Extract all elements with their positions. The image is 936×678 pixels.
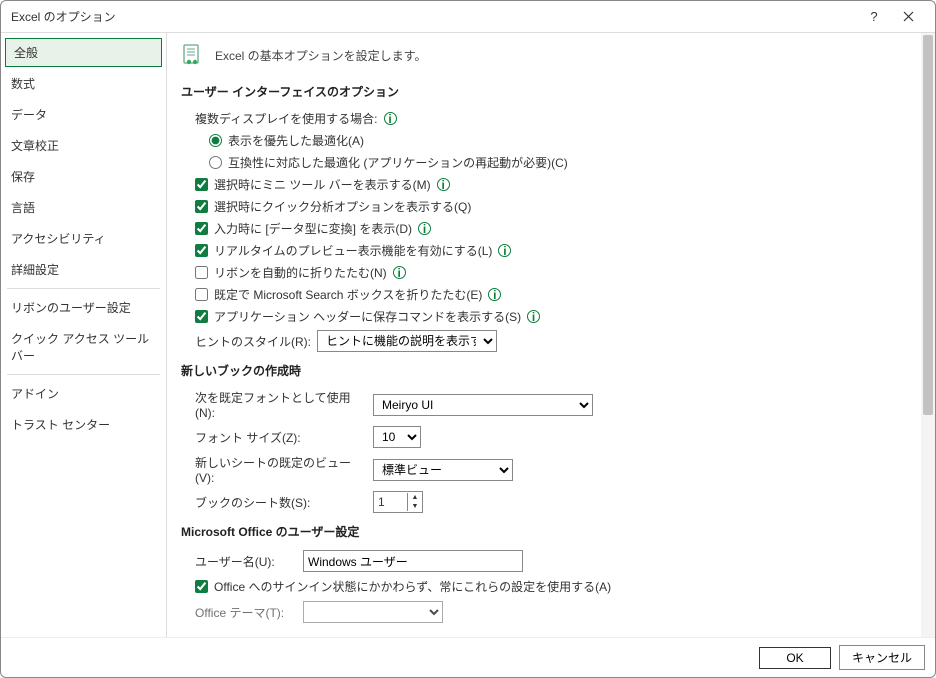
titlebar: Excel のオプション ? xyxy=(1,1,935,33)
sidebar-item-formulas[interactable]: 数式 xyxy=(1,68,166,99)
sidebar-divider xyxy=(7,374,160,375)
checkbox-mini-toolbar-label: 選択時にミニ ツール バーを表示する(M) xyxy=(214,176,431,193)
content-pane: Excel の基本オプションを設定します。 ユーザー インターフェイスのオプショ… xyxy=(167,33,921,637)
window-title: Excel のオプション xyxy=(11,8,857,25)
default-font-label: 次を既定フォントとして使用(N): xyxy=(195,389,365,420)
section-newbook-heading: 新しいブックの作成時 xyxy=(181,362,907,379)
default-view-label: 新しいシートの既定のビュー(V): xyxy=(195,454,365,485)
checkbox-convert-datatype[interactable] xyxy=(195,222,208,235)
info-icon[interactable]: i xyxy=(437,178,450,191)
screentip-style-select[interactable]: ヒントに機能の説明を表示する xyxy=(317,330,497,352)
info-icon[interactable]: i xyxy=(418,222,431,235)
info-icon[interactable]: i xyxy=(527,310,540,323)
sidebar-item-language[interactable]: 言語 xyxy=(1,192,166,223)
cancel-button[interactable]: キャンセル xyxy=(839,645,925,670)
office-theme-label: Office テーマ(T): xyxy=(195,604,295,621)
sidebar-item-customize-ribbon[interactable]: リボンのユーザー設定 xyxy=(1,292,166,323)
chevron-up-icon[interactable]: ▲ xyxy=(408,493,422,502)
footer: OK キャンセル xyxy=(1,637,935,677)
checkbox-header-save[interactable] xyxy=(195,310,208,323)
font-size-select[interactable]: 10 xyxy=(373,426,421,448)
font-size-label: フォント サイズ(Z): xyxy=(195,429,365,446)
settings-icon xyxy=(181,43,205,67)
help-button[interactable]: ? xyxy=(857,1,891,32)
checkbox-live-preview[interactable] xyxy=(195,244,208,257)
info-icon[interactable]: i xyxy=(488,288,501,301)
checkbox-collapse-search-label: 既定で Microsoft Search ボックスを折りたたむ(E) xyxy=(214,286,482,303)
username-label: ユーザー名(U): xyxy=(195,553,295,570)
sidebar-item-advanced[interactable]: 詳細設定 xyxy=(1,254,166,285)
username-input[interactable] xyxy=(303,550,523,572)
sheets-count-stepper[interactable]: 1 ▲▼ xyxy=(373,491,423,513)
checkbox-convert-datatype-label: 入力時に [データ型に変換] を表示(D) xyxy=(214,220,412,237)
sidebar-item-general[interactable]: 全般 xyxy=(5,38,162,67)
close-icon xyxy=(903,11,914,22)
close-button[interactable] xyxy=(891,1,925,32)
sidebar-divider xyxy=(7,288,160,289)
sheets-count-value: 1 xyxy=(378,495,385,509)
checkbox-always-use-settings-label: Office へのサインイン状態にかかわらず、常にこれらの設定を使用する(A) xyxy=(214,578,611,595)
radio-optimize-compat[interactable] xyxy=(209,156,222,169)
banner-text: Excel の基本オプションを設定します。 xyxy=(215,47,426,64)
checkbox-always-use-settings[interactable] xyxy=(195,580,208,593)
info-icon[interactable]: i xyxy=(498,244,511,257)
checkbox-collapse-ribbon-label: リボンを自動的に折りたたむ(N) xyxy=(214,264,387,281)
office-theme-select[interactable] xyxy=(303,601,443,623)
checkbox-mini-toolbar[interactable] xyxy=(195,178,208,191)
radio-optimize-compat-label: 互換性に対応した最適化 (アプリケーションの再起動が必要)(C) xyxy=(228,154,568,171)
section-ui-heading: ユーザー インターフェイスのオプション xyxy=(181,83,907,100)
screentip-style-label: ヒントのスタイル(R): xyxy=(195,333,311,350)
sidebar-item-proofing[interactable]: 文章校正 xyxy=(1,130,166,161)
sheets-count-label: ブックのシート数(S): xyxy=(195,494,365,511)
checkbox-quick-analysis-label: 選択時にクイック分析オプションを表示する(Q) xyxy=(214,198,471,215)
sidebar-item-data[interactable]: データ xyxy=(1,99,166,130)
sidebar-item-accessibility[interactable]: アクセシビリティ xyxy=(1,223,166,254)
default-font-select[interactable]: Meiryo UI xyxy=(373,394,593,416)
sidebar-item-trust-center[interactable]: トラスト センター xyxy=(1,409,166,440)
section-office-heading: Microsoft Office のユーザー設定 xyxy=(181,523,907,540)
radio-optimize-display[interactable] xyxy=(209,134,222,147)
checkbox-live-preview-label: リアルタイムのプレビュー表示機能を有効にする(L) xyxy=(214,242,492,259)
scrollbar-thumb[interactable] xyxy=(923,35,933,415)
multi-display-label: 複数ディスプレイを使用する場合: xyxy=(195,110,378,127)
sidebar: 全般 数式 データ 文章校正 保存 言語 アクセシビリティ 詳細設定 リボンのユ… xyxy=(1,33,167,637)
checkbox-collapse-search[interactable] xyxy=(195,288,208,301)
checkbox-header-save-label: アプリケーション ヘッダーに保存コマンドを表示する(S) xyxy=(214,308,521,325)
chevron-down-icon[interactable]: ▼ xyxy=(408,502,422,511)
ok-button[interactable]: OK xyxy=(759,647,831,669)
checkbox-quick-analysis[interactable] xyxy=(195,200,208,213)
sidebar-item-quick-access[interactable]: クイック アクセス ツール バー xyxy=(1,323,166,371)
radio-optimize-display-label: 表示を優先した最適化(A) xyxy=(228,132,364,149)
vertical-scrollbar[interactable] xyxy=(921,33,935,637)
info-icon[interactable]: i xyxy=(384,112,397,125)
sidebar-item-save[interactable]: 保存 xyxy=(1,161,166,192)
default-view-select[interactable]: 標準ビュー xyxy=(373,459,513,481)
info-icon[interactable]: i xyxy=(393,266,406,279)
sidebar-item-addins[interactable]: アドイン xyxy=(1,378,166,409)
checkbox-collapse-ribbon[interactable] xyxy=(195,266,208,279)
